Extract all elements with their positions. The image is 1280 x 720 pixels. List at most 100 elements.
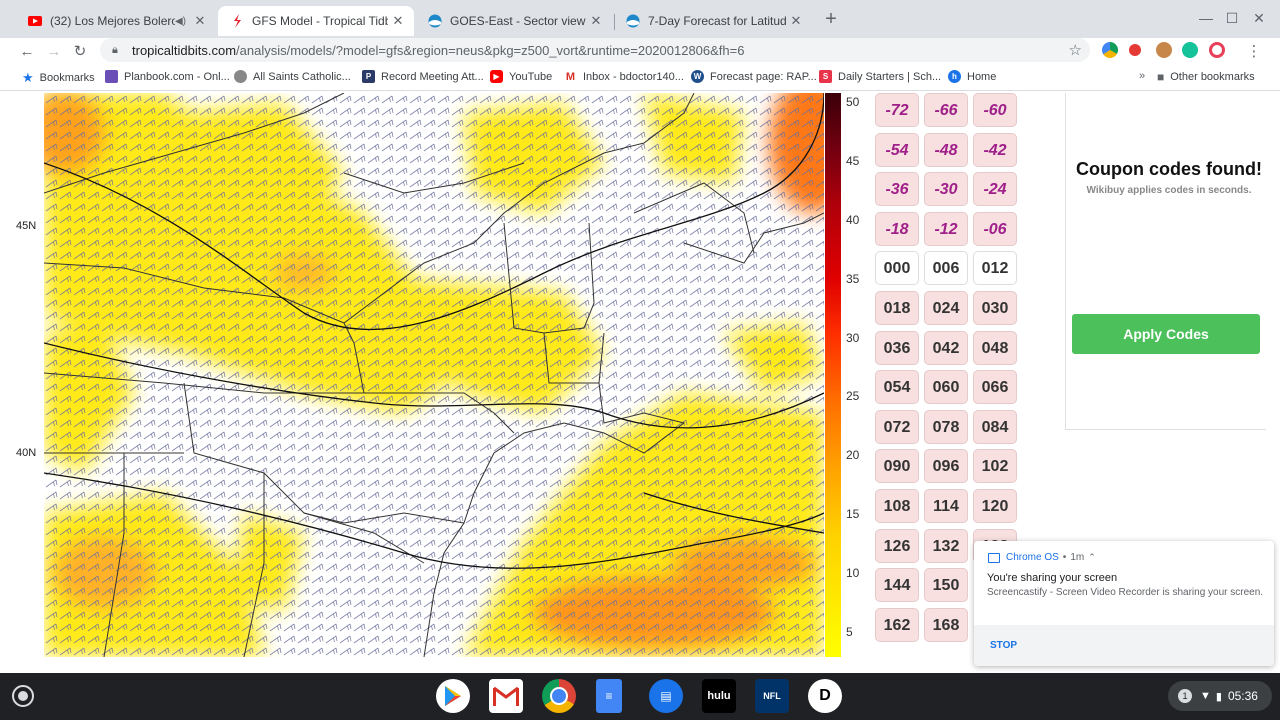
- youtube-icon: ▶: [490, 70, 503, 83]
- forecast-hour-button[interactable]: -42: [973, 132, 1017, 167]
- forecast-hour-button[interactable]: 066: [973, 370, 1017, 405]
- forecast-hour-button[interactable]: -12: [924, 211, 968, 246]
- forecast-hour-button[interactable]: 084: [973, 409, 1017, 444]
- docs-icon[interactable]: ≡: [596, 679, 622, 713]
- bookmark-other[interactable]: ■ Other bookmarks: [1157, 70, 1255, 84]
- chevron-up-icon[interactable]: ⌃: [1088, 552, 1096, 563]
- forecast-hour-button[interactable]: 090: [875, 449, 919, 484]
- forecast-hour-button[interactable]: -30: [924, 172, 968, 207]
- bookmark-label: Inbox - bdoctor140...: [583, 70, 684, 83]
- forward-arrow-icon[interactable]: →: [42, 40, 66, 64]
- forecast-hour-button[interactable]: -48: [924, 132, 968, 167]
- tab-7-day-forecast[interactable]: 7-Day Forecast for Latitude 39.72 ✕: [614, 6, 812, 36]
- notification-body: Screencastify - Screen Video Recorder is…: [987, 587, 1264, 598]
- minimize-button[interactable]: —: [1193, 6, 1219, 30]
- forecast-hour-button[interactable]: 132: [924, 528, 968, 563]
- extension-icon[interactable]: [1156, 42, 1172, 58]
- forecast-hour-button[interactable]: 054: [875, 370, 919, 405]
- forecast-hour-button[interactable]: -36: [875, 172, 919, 207]
- maximize-button[interactable]: ☐: [1219, 6, 1245, 30]
- tab-title: (32) Los Mejores Boleros Inc: [50, 14, 175, 28]
- bookmark-bookmarks[interactable]: ★ Bookmarks: [22, 70, 95, 86]
- chrome-icon[interactable]: [542, 679, 576, 713]
- forecast-hour-button[interactable]: 114: [924, 489, 968, 523]
- screen-share-notification[interactable]: Chrome OS • 1m ⌃ You're sharing your scr…: [974, 541, 1274, 666]
- forecast-hour-button[interactable]: -72: [875, 93, 919, 127]
- close-tab-icon[interactable]: ✕: [786, 13, 806, 29]
- forecast-hour-button[interactable]: 108: [875, 489, 919, 523]
- forecast-hour-button[interactable]: -24: [973, 172, 1017, 207]
- play-store-icon[interactable]: [436, 679, 470, 713]
- close-window-button[interactable]: ✕: [1246, 6, 1272, 30]
- forecast-hour-button[interactable]: -06: [973, 211, 1017, 246]
- daily-starters-icon: S: [819, 70, 832, 83]
- menu-kebab-icon[interactable]: ⋮: [1242, 40, 1266, 64]
- forecast-hour-button[interactable]: 102: [973, 449, 1017, 484]
- bookmark-youtube[interactable]: ▶ YouTube: [490, 70, 552, 83]
- speaker-icon[interactable]: ◀): [175, 16, 186, 27]
- forecast-hour-button[interactable]: 048: [973, 330, 1017, 365]
- gmail-icon[interactable]: [489, 679, 523, 713]
- forecast-hour-button[interactable]: -60: [973, 93, 1017, 127]
- forecast-hour-button[interactable]: -54: [875, 132, 919, 167]
- forecast-hour-button[interactable]: 000: [875, 251, 919, 286]
- weather-map[interactable]: [44, 93, 824, 657]
- forecast-hour-button[interactable]: 024: [924, 291, 968, 325]
- forecast-hour-button[interactable]: 072: [875, 409, 919, 444]
- colorbar-label: 45: [846, 154, 860, 168]
- bookmark-home[interactable]: h Home: [948, 70, 996, 83]
- tab-gfs-model[interactable]: GFS Model - Tropical Tidbits ✕: [218, 6, 414, 36]
- close-tab-icon[interactable]: ✕: [586, 13, 606, 29]
- launcher-button[interactable]: [12, 685, 34, 707]
- bookmark-star-icon[interactable]: ☆: [1069, 41, 1082, 59]
- forecast-hour-button[interactable]: 030: [973, 291, 1017, 325]
- bookmark-planbook[interactable]: Planbook.com - Onl...: [105, 70, 230, 83]
- hulu-icon[interactable]: hulu: [702, 679, 736, 713]
- forecast-hour-button[interactable]: 012: [973, 251, 1017, 286]
- bookmarks-overflow-icon[interactable]: »: [1139, 70, 1145, 82]
- forecast-hour-button[interactable]: 162: [875, 607, 919, 642]
- nfl-icon[interactable]: NFL: [755, 679, 789, 713]
- draftkings-icon[interactable]: D: [808, 679, 842, 713]
- bookmark-inbox[interactable]: M Inbox - bdoctor140...: [564, 70, 684, 83]
- bookmark-all-saints[interactable]: All Saints Catholic...: [234, 70, 351, 83]
- screencastify-extension-icon[interactable]: [1129, 44, 1141, 56]
- apply-codes-button[interactable]: Apply Codes: [1072, 314, 1260, 354]
- bookmark-forecast-rap[interactable]: W Forecast page: RAP...: [691, 70, 817, 83]
- stop-sharing-button[interactable]: STOP: [990, 640, 1017, 651]
- forecast-hour-button[interactable]: 078: [924, 409, 968, 444]
- grammarly-extension-icon[interactable]: [1182, 42, 1198, 58]
- url-host: tropicaltidbits.com: [132, 42, 237, 58]
- new-tab-button[interactable]: +: [820, 8, 842, 30]
- messages-icon[interactable]: ▤: [649, 679, 683, 713]
- wikibuy-extension-icon[interactable]: [1209, 42, 1225, 58]
- forecast-hour-button[interactable]: 042: [924, 330, 968, 365]
- wifi-icon: ▼: [1200, 690, 1211, 702]
- reload-icon[interactable]: ↻: [68, 40, 92, 64]
- bookmark-daily-starters[interactable]: S Daily Starters | Sch...: [819, 70, 941, 83]
- address-bar[interactable]: 🔒︎ tropicaltidbits.com/analysis/models/?…: [100, 38, 1090, 62]
- forecast-hour-button[interactable]: 120: [973, 489, 1017, 523]
- tab-goes-east[interactable]: GOES-East - Sector view: Northe ✕: [416, 6, 612, 36]
- close-tab-icon[interactable]: ✕: [190, 13, 210, 29]
- forecast-hour-button[interactable]: 060: [924, 370, 968, 405]
- forecast-hour-button[interactable]: -66: [924, 93, 968, 127]
- bookmark-record-meeting[interactable]: P Record Meeting Att...: [362, 70, 484, 83]
- tab-youtube[interactable]: (32) Los Mejores Boleros Inc ◀) ✕: [16, 6, 216, 36]
- forecast-hour-button[interactable]: 150: [924, 568, 968, 603]
- forecast-hour-button[interactable]: 096: [924, 449, 968, 484]
- forecast-hour-button[interactable]: 036: [875, 330, 919, 365]
- forecast-hour-button[interactable]: -18: [875, 211, 919, 246]
- status-tray[interactable]: 1 ▼ ▮ 05:36: [1168, 681, 1272, 711]
- drive-extension-icon[interactable]: [1102, 42, 1118, 58]
- back-arrow-icon[interactable]: ←: [15, 40, 39, 64]
- bookmark-label: Planbook.com - Onl...: [124, 70, 230, 83]
- forecast-hour-button[interactable]: 168: [924, 607, 968, 642]
- forecast-hour-button[interactable]: 006: [924, 251, 968, 286]
- colorbar-label: 35: [846, 272, 860, 286]
- noaa-icon: [428, 14, 442, 28]
- forecast-hour-button[interactable]: 018: [875, 291, 919, 325]
- forecast-hour-button[interactable]: 144: [875, 568, 919, 603]
- forecast-hour-button[interactable]: 126: [875, 528, 919, 563]
- close-tab-icon[interactable]: ✕: [388, 13, 408, 29]
